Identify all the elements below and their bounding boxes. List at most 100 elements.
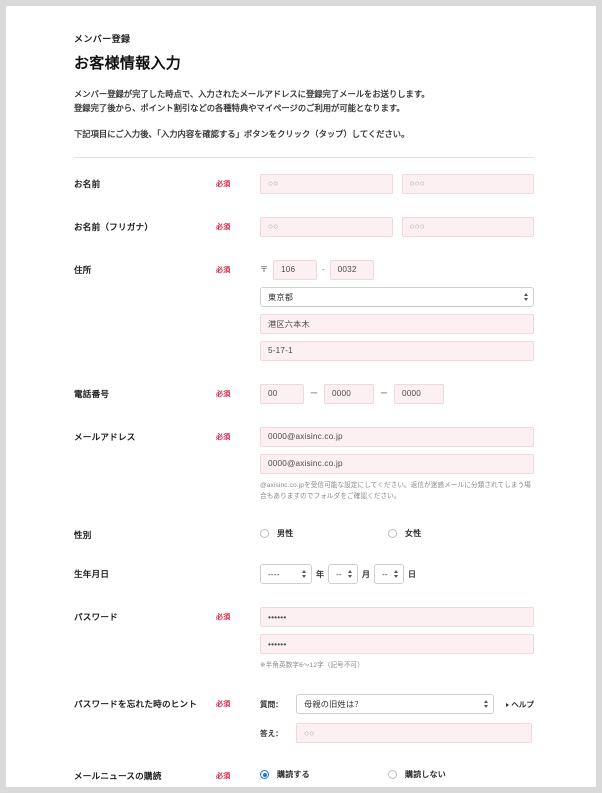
birth-year-unit: 年 (316, 569, 324, 579)
radio-icon-unsubscribe (388, 770, 397, 780)
hint-answer-input[interactable]: ○○ (296, 723, 532, 744)
help-link[interactable]: ヘルプ (500, 699, 534, 710)
tel-separator-1: ー (310, 389, 318, 399)
email-input[interactable]: 0000@axisinc.co.jp (260, 426, 534, 447)
form-row-newsletter: メールニュースの購読 必須 購読する 購読しない (74, 754, 534, 787)
last-name-input[interactable]: ○○ (260, 173, 393, 194)
label-name: お名前 (74, 178, 101, 189)
newsletter-option-unsubscribe[interactable]: 購読しない (388, 769, 516, 780)
last-name-kana-input[interactable]: ○○ (260, 216, 393, 237)
hint-question-label: 質問： (260, 699, 283, 709)
tel-group: 00 ー 0000 ー 0000 (260, 383, 534, 404)
tel-part3-input[interactable]: 0000 (394, 383, 444, 404)
form-row-password-hint: パスワードを忘れた時のヒント 必須 質問： 母親の旧姓は？ ヘルプ 答え： ○○ (74, 682, 534, 754)
birth-month-value: -- (336, 569, 342, 579)
birth-day-unit: 日 (408, 569, 416, 579)
tel-part1-input[interactable]: 00 (260, 383, 304, 404)
form-row-address: 住所 必須 〒 106 - 0032 東京都 港区六本木 5-17-1 (74, 248, 534, 372)
chevron-updown-icon (478, 700, 489, 709)
form-row-kana: お名前（フリガナ） 必須 ○○ ○○○ (74, 205, 534, 248)
first-name-input[interactable]: ○○○ (401, 173, 534, 194)
label-gender: 性別 (74, 530, 92, 541)
required-badge-kana: 必須 (216, 223, 231, 231)
registration-form: お名前 必須 ○○ ○○○ お名前（フリガナ） 必須 ○○ ○○○ 住所 必須 … (74, 162, 534, 787)
prefecture-selected-value: 東京都 (268, 292, 294, 302)
newsletter-radio-group: 購読する 購読しない (260, 766, 534, 780)
gender-radio-group: 男性 女性 (260, 525, 534, 539)
radio-icon-subscribe (260, 770, 269, 780)
triangle-right-icon (506, 702, 510, 707)
newsletter-label-unsubscribe: 購読しない (405, 770, 446, 780)
chevron-updown-icon (388, 570, 398, 579)
hint-question-row: 質問： 母親の旧姓は？ ヘルプ (260, 694, 534, 715)
newsletter-option-subscribe[interactable]: 購読する (260, 769, 388, 780)
postal-code-part2-input[interactable]: 0032 (329, 259, 374, 280)
label-kana: お名前（フリガナ） (74, 221, 154, 232)
birth-year-select[interactable]: ---- (260, 564, 312, 585)
form-row-tel: 電話番号 必須 00 ー 0000 ー 0000 (74, 372, 534, 415)
gender-label-female: 女性 (405, 529, 422, 539)
required-badge-gender (216, 525, 260, 537)
first-name-kana-input[interactable]: ○○○ (401, 216, 534, 237)
password-input[interactable]: •••••• (260, 607, 534, 628)
label-email: メールアドレス (74, 431, 136, 442)
birth-day-select[interactable]: -- (374, 564, 404, 585)
breadcrumb-eyebrow: メンバー登録 (74, 34, 131, 44)
tel-part2-input[interactable]: 0000 (324, 383, 374, 404)
chevron-updown-icon (296, 570, 306, 579)
label-password: パスワード (74, 612, 118, 623)
required-badge-birthday (216, 564, 260, 576)
label-tel: 電話番号 (74, 388, 110, 399)
page-title: お客様情報入力 (74, 55, 182, 72)
hint-answer-label: 答え： (260, 728, 283, 738)
birth-day-value: -- (382, 569, 388, 579)
gender-label-male: 男性 (277, 529, 294, 539)
password-confirm-input[interactable]: •••••• (260, 634, 534, 655)
registration-page: メンバー登録 お客様情報入力 メンバー登録が完了した時点で、入力されたメールアド… (6, 6, 596, 787)
lead-paragraph: メンバー登録が完了した時点で、入力されたメールアドレスに登録完了メールをお送りし… (74, 87, 534, 116)
postal-code-group: 〒 106 - 0032 (260, 259, 534, 280)
required-badge-address: 必須 (216, 266, 231, 274)
required-badge-newsletter: 必須 (216, 773, 231, 781)
birth-month-select[interactable]: -- (328, 564, 358, 585)
street-input[interactable]: 5-17-1 (260, 340, 534, 361)
prefecture-select[interactable]: 東京都 (260, 286, 534, 307)
form-row-name: お名前 必須 ○○ ○○○ (74, 162, 534, 205)
city-input[interactable]: 港区六本木 (260, 313, 534, 334)
tel-separator-2: ー (380, 389, 388, 399)
label-address: 住所 (74, 264, 92, 275)
gender-option-male[interactable]: 男性 (260, 528, 388, 539)
email-confirm-input[interactable]: 0000@axisinc.co.jp (260, 453, 534, 474)
lead-instruction: 下記項目にご入力後、「入力内容を確認する」ボタンをクリック（タップ）してください… (74, 128, 410, 139)
lead-line-2: 登録完了後から、ポイント割引などの各種特典やマイページのご利用が可能となります。 (74, 103, 405, 114)
postal-mark-icon: 〒 (260, 265, 268, 275)
required-badge-hint: 必須 (216, 701, 231, 709)
birthday-group: ---- 年 -- 月 -- 日 (260, 564, 534, 585)
gender-option-female[interactable]: 女性 (388, 528, 516, 539)
postal-code-separator: - (322, 265, 325, 275)
lead-line-1: メンバー登録が完了した時点で、入力されたメールアドレスに登録完了メールをお送りし… (74, 89, 430, 99)
required-badge-name: 必須 (216, 180, 231, 188)
birth-year-value: ---- (268, 569, 280, 579)
label-password-hint: パスワードを忘れた時のヒント (74, 699, 198, 710)
postal-code-part1-input[interactable]: 106 (273, 259, 317, 280)
radio-icon-male (260, 529, 269, 539)
hint-answer-row: 答え： ○○ (260, 723, 534, 744)
required-badge-email: 必須 (216, 433, 231, 441)
form-row-password: パスワード 必須 •••••• •••••• ※半角英数字6〜12字（記号不可） (74, 595, 534, 682)
form-row-email: メールアドレス 必須 0000@axisinc.co.jp 0000@axisi… (74, 415, 534, 513)
newsletter-label-subscribe: 購読する (277, 770, 310, 780)
header-divider (74, 156, 534, 158)
label-birthday: 生年月日 (74, 569, 110, 580)
form-row-gender: 性別 男性 女性 (74, 513, 534, 552)
help-link-label: ヘルプ (511, 699, 534, 709)
password-note: ※半角英数字6〜12字（記号不可） (260, 662, 364, 670)
required-badge-tel: 必須 (216, 390, 231, 398)
radio-icon-female (388, 529, 397, 539)
form-row-birthday: 生年月日 ---- 年 -- 月 -- 日 (74, 552, 534, 595)
chevron-updown-icon (342, 570, 352, 579)
hint-question-select[interactable]: 母親の旧姓は？ (296, 694, 495, 715)
hint-question-value: 母親の旧姓は？ (304, 700, 363, 710)
birth-month-unit: 月 (362, 569, 370, 579)
chevron-updown-icon (518, 292, 528, 301)
